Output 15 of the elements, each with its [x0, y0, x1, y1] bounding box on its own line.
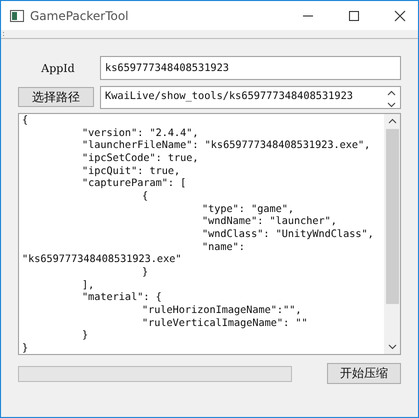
scrollbar[interactable] [384, 114, 400, 354]
spin-arrows-icon[interactable] [387, 89, 396, 109]
appid-label: AppId [40, 62, 76, 74]
app-icon [10, 10, 24, 22]
scroll-up-icon[interactable] [388, 118, 396, 124]
select-path-button[interactable]: 选择路径 [18, 87, 94, 107]
close-icon[interactable] [394, 10, 406, 22]
path-field[interactable]: KwaiLive/show_tools/ks659777348408531923 [100, 86, 401, 109]
start-compress-button[interactable]: 开始压缩 [327, 363, 401, 384]
window-title: GamePackerTool [30, 8, 129, 22]
appid-field[interactable]: ks659777348408531923 [100, 56, 401, 80]
scroll-down-icon[interactable] [388, 344, 396, 350]
json-text: { "version": "2.4.4", "launcherFileName": "ks659777348408531923.exe", "ipcSetCode": true, "ipcQuit": true, "captureParam": [ { "type": "game", "wndName": "launcher", "wndClass": "UnityWndClass", "name": "ks659777348408531923.exe" } ], "material": { "ruleHorizonImageName":"", "ruleVerticalImageName": "" } } [21, 114, 375, 354]
maximize-icon[interactable] [348, 10, 360, 22]
scroll-thumb[interactable] [386, 129, 398, 304]
